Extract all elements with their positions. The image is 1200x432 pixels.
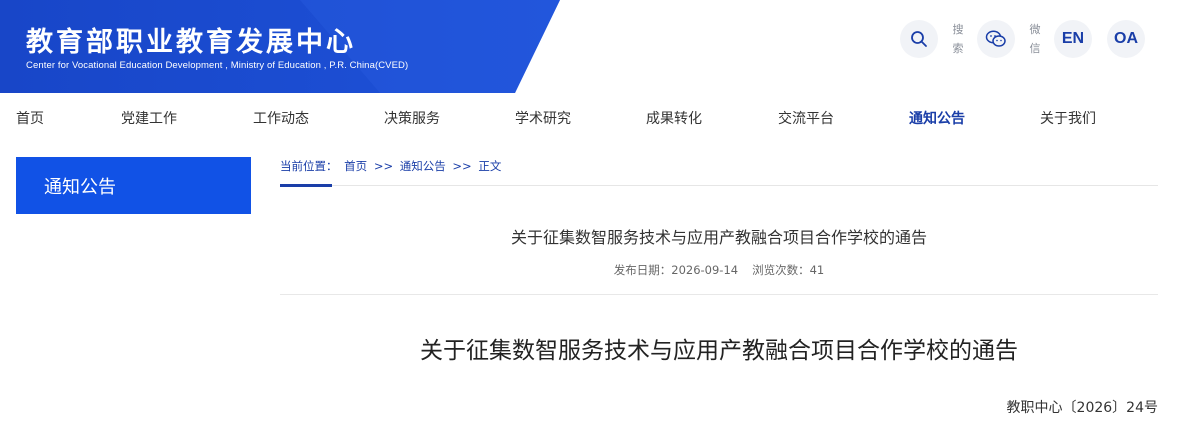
breadcrumb-section[interactable]: 通知公告 bbox=[400, 159, 446, 173]
document-number: 教职中心〔2026〕24号 bbox=[1006, 400, 1158, 416]
breadcrumb-separator: >> bbox=[373, 159, 394, 173]
nav-item-decision[interactable]: 决策服务 bbox=[384, 108, 440, 128]
search-label[interactable]: 搜索 bbox=[951, 20, 965, 58]
search-button[interactable] bbox=[900, 20, 938, 58]
breadcrumb-separator: >> bbox=[452, 159, 472, 173]
article-title: 关于征集数智服务技术与应用产教融合项目合作学校的通告 bbox=[510, 228, 927, 247]
wechat-icon bbox=[985, 30, 1006, 47]
nav-item-exchange[interactable]: 交流平台 bbox=[778, 108, 834, 128]
header-banner[interactable]: 教育部职业教育发展中心 Center for Vocational Educat… bbox=[0, 0, 560, 93]
english-button[interactable]: EN bbox=[1054, 20, 1092, 58]
search-icon bbox=[911, 31, 927, 47]
nav-item-notices[interactable]: 通知公告 bbox=[909, 108, 965, 128]
document-title: 关于征集数智服务技术与应用产教融合项目合作学校的通告 bbox=[420, 338, 1018, 364]
site-title: 教育部职业教育发展中心 bbox=[26, 27, 356, 58]
nav-item-about[interactable]: 关于我们 bbox=[1040, 108, 1096, 128]
breadcrumb-prefix: 当前位置： bbox=[280, 159, 338, 173]
publish-date: 发布日期：2026-09-14 bbox=[613, 263, 739, 277]
wechat-label[interactable]: 微信 bbox=[1028, 20, 1042, 58]
sidebar-title[interactable]: 通知公告 bbox=[16, 157, 251, 214]
breadcrumb-current[interactable]: 正文 bbox=[478, 159, 501, 173]
view-count: 浏览次数：41 bbox=[752, 263, 825, 277]
nav-item-research[interactable]: 学术研究 bbox=[515, 108, 571, 128]
nav-item-news[interactable]: 工作动态 bbox=[253, 108, 309, 128]
main-nav: 首页 党建工作 工作动态 决策服务 学术研究 成果转化 交流平台 通知公告 关于… bbox=[0, 96, 1200, 140]
breadcrumb: 当前位置： 首页 >> 通知公告 >> 正文 bbox=[280, 158, 504, 174]
nav-item-results[interactable]: 成果转化 bbox=[646, 108, 702, 128]
oa-button[interactable]: OA bbox=[1107, 20, 1145, 58]
article-meta: 发布日期：2026-09-14 浏览次数：41 bbox=[280, 262, 1158, 278]
nav-item-home[interactable]: 首页 bbox=[16, 108, 44, 128]
wechat-button[interactable] bbox=[977, 20, 1015, 58]
breadcrumb-divider bbox=[280, 185, 1158, 186]
breadcrumb-home[interactable]: 首页 bbox=[344, 159, 367, 173]
site-header: 教育部职业教育发展中心 Center for Vocational Educat… bbox=[0, 0, 1200, 93]
nav-item-party[interactable]: 党建工作 bbox=[121, 108, 177, 128]
breadcrumb-accent bbox=[280, 184, 332, 187]
site-subtitle: Center for Vocational Education Developm… bbox=[26, 60, 409, 71]
article-divider bbox=[280, 294, 1158, 295]
